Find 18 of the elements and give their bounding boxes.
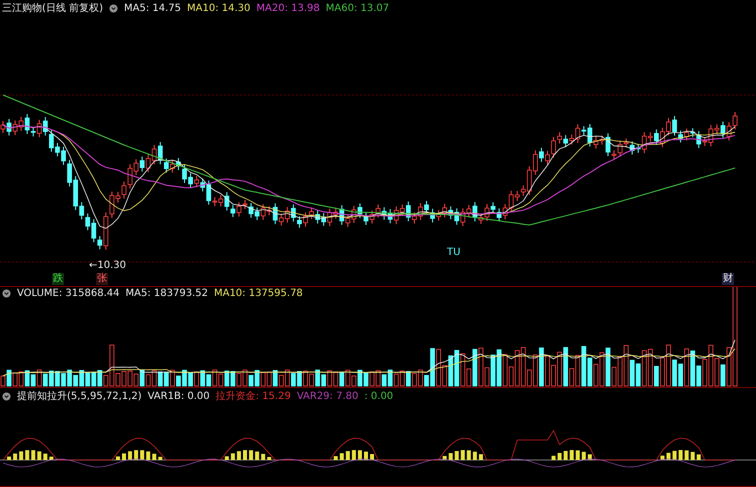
indicator-value: MA60: 13.07 (326, 2, 390, 14)
indicator-value: : 0.00 (364, 390, 394, 402)
chart-marker: TU (446, 247, 462, 259)
chart-marker: 财 (722, 273, 734, 285)
stock-title: 三江购物(日线 前复权) (2, 2, 103, 15)
indicator-value: VAR29: 7.80 (296, 390, 358, 402)
chart-marker: ←10.30 (88, 260, 128, 272)
indicator-value: MA20: 13.98 (256, 2, 320, 14)
indicator-value: 拉升资金: 15.29 (216, 390, 291, 404)
chart-marker: 张 (96, 273, 108, 285)
indicator-value: MA10: 137595.78 (214, 288, 303, 300)
indicator-title: 提前知拉升(5,5,95,72,1,2) (17, 390, 142, 404)
chart-marker: 跌 (52, 273, 64, 285)
indicator-value: MA5: 183793.52 (126, 288, 208, 300)
indicator-value: MA10: 14.30 (187, 2, 250, 14)
indicator-value: VOLUME: 315868.44 (17, 288, 120, 300)
indicator-value: MA5: 14.75 (124, 2, 181, 14)
indicator-value: VAR1B: 0.00 (148, 390, 210, 402)
